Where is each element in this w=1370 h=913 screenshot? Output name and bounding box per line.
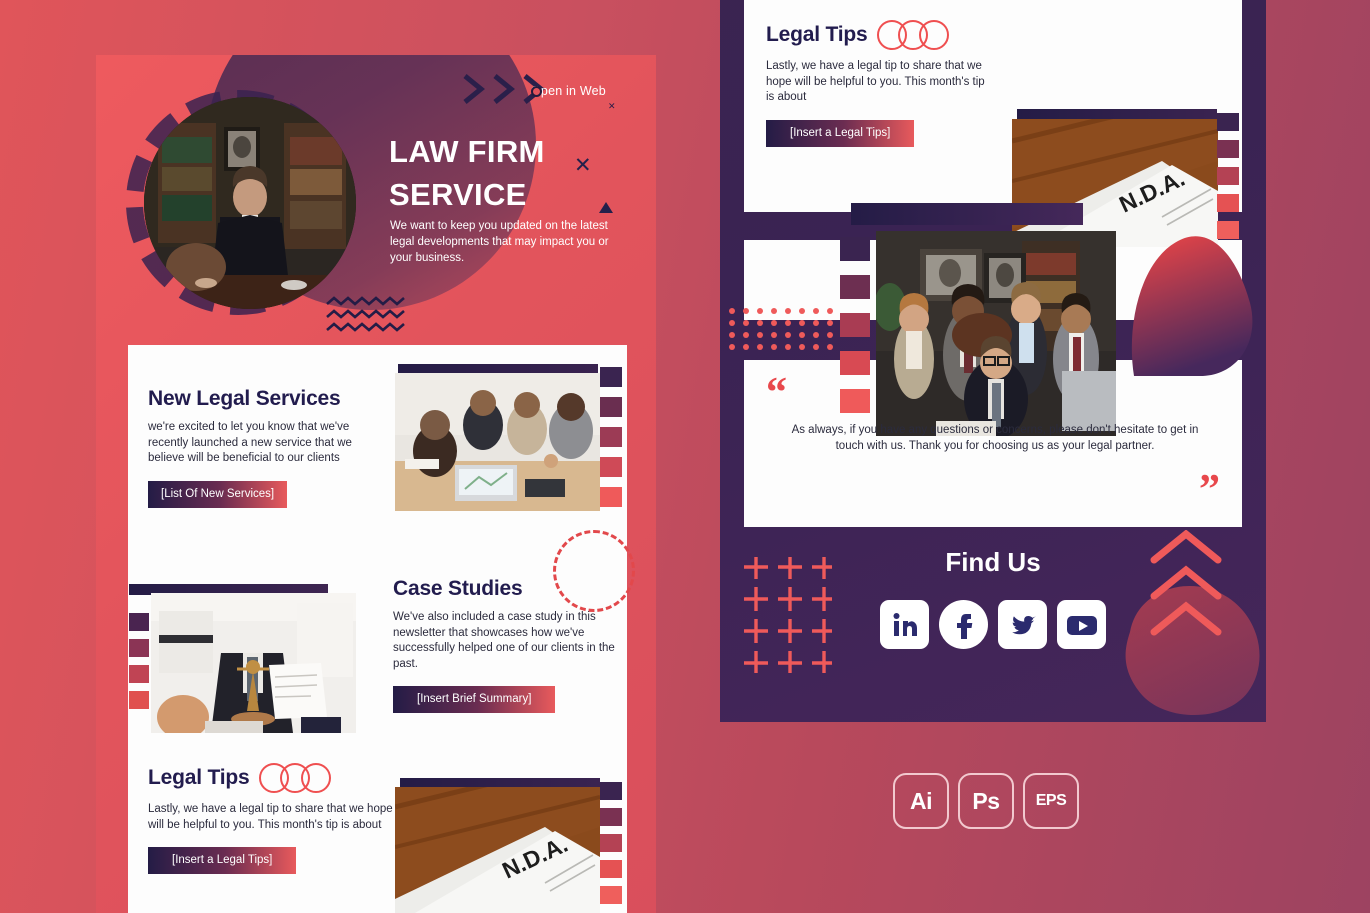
open-in-web-label: Open in Web [531,84,606,98]
insert-brief-summary-button[interactable]: [Insert Brief Summary] [393,686,556,713]
dot-grid-decoration [729,308,833,350]
social-links [720,600,1266,649]
newsletter-page-right: Legal Tips Lastly, we have a legal tip t… [720,0,1266,722]
nda-document-photo: N.D.A. [1012,119,1218,247]
quote-close-icon: ” [1199,467,1220,513]
x-large-icon: ✕ [574,154,592,177]
chevron-right-icon [463,74,485,104]
format-badges: Ai Ps EPS [893,773,1079,829]
three-rings-icon [877,20,950,50]
find-us-title: Find Us [945,547,1041,577]
open-in-web-link[interactable]: Open in Web [531,84,606,98]
youtube-icon[interactable] [1057,600,1106,649]
section-legal-tips: Legal Tips Lastly, we have a legal tip t… [148,763,398,874]
navy-bar-decoration [851,203,1083,225]
x-small-icon: ✕ [608,101,616,111]
nda-document-photo: N.D.A. [395,787,600,913]
three-rings-icon [259,763,332,793]
quote-open-icon: “ [766,370,787,416]
insert-a-legal-tips-button[interactable]: [Insert a Legal Tips] [148,847,297,874]
quote-text: As always, if you have any questions or … [791,424,1199,452]
stripe-blocks-decoration [600,367,622,507]
content-card: New Legal Services we're excited to let … [128,345,635,913]
stripe-blocks-decoration [1217,113,1239,239]
section-body: we're excited to let you know that we've… [148,421,352,464]
hero-subtitle: We want to keep you updated on the lates… [390,220,609,264]
twitter-icon[interactable] [998,600,1047,649]
section-title: Legal Tips [148,766,250,789]
section-new-legal-services: New Legal Services we're excited to let … [148,387,388,508]
hero-section: Open in Web LAW FIRM SERVICE We want to … [96,55,656,347]
chevron-right-icon [493,74,515,104]
legal-consultation-photo [151,593,356,733]
badge-eps: EPS [1023,773,1079,829]
badge-ps: Ps [958,773,1014,829]
section-body: Lastly, we have a legal tip to share tha… [148,803,393,831]
section-body: Lastly, we have a legal tip to share tha… [766,60,985,103]
newsletter-page-left: Open in Web LAW FIRM SERVICE We want to … [96,55,656,913]
badge-ai: Ai [893,773,949,829]
insert-a-legal-tips-button[interactable]: [Insert a Legal Tips] [766,119,915,147]
meeting-photo [395,373,600,511]
page-title-line1: LAW FIRM [389,134,545,169]
closing-quote-block: “ As always, if you have any questions o… [744,360,1242,527]
section-title: Legal Tips [766,23,868,46]
section-case-studies: Case Studies We've also included a case … [393,577,618,713]
right-section-legal-tips: Legal Tips Lastly, we have a legal tip t… [766,20,996,147]
linkedin-icon[interactable] [880,600,929,649]
section-title: Case Studies [393,577,523,600]
section-body: We've also included a case study in this… [393,611,615,670]
stripe-blocks-decoration [600,782,622,904]
triangle-icon [599,202,613,213]
section-title: New Legal Services [148,387,341,410]
zigzag-decoration [326,296,405,332]
red-blob-decoration [1131,236,1253,376]
facebook-icon[interactable] [939,600,988,649]
circle-dot-icon [531,86,542,97]
list-of-new-services-button[interactable]: [List Of New Services] [148,480,288,508]
hero-lawyer-photo [144,97,356,309]
